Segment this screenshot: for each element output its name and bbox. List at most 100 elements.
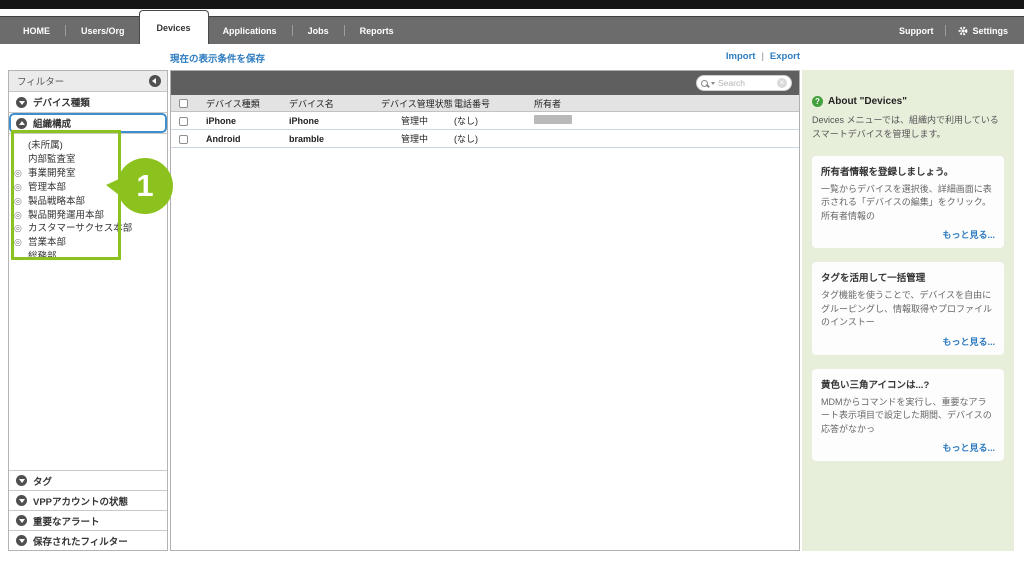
nav-tab-reports[interactable]: Reports [345, 17, 409, 45]
help-card-body: タグ機能を使うことで、デバイスを自由にグルーピングし、情報取得やプロファイルのイ… [821, 289, 995, 330]
filter-sidebar: フィルター デバイス種類 組織構成 (未所属)内部監査室◎事業開発室◎管理本部◎… [8, 70, 168, 551]
org-item-label: 営業本部 [28, 237, 66, 248]
column-header[interactable]: 所有者 [534, 97, 799, 110]
help-card: 黄色い三角アイコンは...? MDMからコマンドを実行し、重要なアラート表示項目で… [812, 369, 1004, 462]
import-link[interactable]: Import [726, 51, 756, 62]
collapse-sidebar-icon[interactable] [149, 75, 161, 87]
divider: | [761, 51, 763, 62]
filter-section[interactable]: VPPアカウントの状態 [9, 490, 167, 510]
org-tree-item[interactable]: ◎ 営業本部 [9, 236, 167, 250]
help-card-title: 黄色い三角アイコンは...? [821, 377, 995, 391]
help-card-body: MDMからコマンドを実行し、重要なアラート表示項目で設定した期間、デバイスの応答… [821, 396, 995, 437]
export-link[interactable]: Export [770, 51, 800, 62]
chevron-down-icon [16, 97, 27, 108]
cell-device-type: Android [206, 134, 289, 144]
column-header[interactable]: デバイス名 [289, 97, 381, 110]
chevron-up-icon [16, 118, 27, 129]
cell-phone: (なし) [454, 114, 534, 127]
org-tree-item[interactable]: ◎ カスタマーサクセス本部 [9, 222, 167, 236]
org-item-label: 総務部 [28, 251, 57, 262]
expand-node-icon[interactable]: ◎ [14, 181, 22, 195]
cell-device-type: iPhone [206, 116, 289, 126]
help-card-more-row: もっと見る... [821, 332, 995, 350]
more-link[interactable]: もっと見る... [942, 337, 995, 347]
help-card-title: タグを活用して一括管理 [821, 270, 995, 284]
table-header-row: デバイス種類デバイス名デバイス管理状態電話番号所有者 [171, 95, 799, 112]
settings-link[interactable]: Settings [958, 26, 1008, 36]
filter-section[interactable]: タグ [9, 470, 167, 490]
chevron-down-icon [16, 475, 27, 486]
expand-node-icon[interactable]: ◎ [14, 167, 22, 181]
gear-icon [958, 26, 968, 36]
expand-node-icon[interactable]: ◎ [14, 222, 22, 236]
filter-section-label: 重要なアラート [33, 514, 100, 528]
help-title-row: ? About "Devices" [812, 96, 1004, 107]
select-all-checkbox[interactable] [179, 99, 188, 108]
filter-section[interactable]: 保存されたフィルター [9, 530, 167, 550]
filter-section[interactable]: 重要なアラート [9, 510, 167, 530]
cell-owner [534, 115, 799, 126]
search-input[interactable]: Search × [696, 75, 792, 91]
window-top-strip [0, 0, 1024, 9]
search-scope-caret-icon[interactable] [711, 82, 715, 85]
org-tree-item[interactable]: (未所属) [9, 139, 167, 153]
filter-section-label: 組織構成 [33, 116, 71, 130]
nav-tab-home[interactable]: HOME [8, 17, 65, 45]
org-tree-item[interactable]: 総務部 [9, 250, 167, 264]
filter-sidebar-header: フィルター [9, 71, 167, 92]
device-row[interactable]: iPhoneiPhone管理中(なし) [171, 112, 799, 130]
org-item-label: (未所属) [28, 140, 63, 151]
cell-phone: (なし) [454, 132, 534, 145]
import-export: Import | Export [726, 51, 800, 62]
table-toolbar: Search × [171, 71, 799, 95]
more-link[interactable]: もっと見る... [942, 443, 995, 453]
save-view-link[interactable]: 現在の表示条件を保存 [170, 51, 265, 65]
filter-section-org[interactable]: 組織構成 [9, 113, 167, 134]
cell-mgmt-status: 管理中 [381, 114, 454, 127]
settings-label: Settings [972, 26, 1008, 36]
org-item-label: 製品戦略本部 [28, 196, 85, 207]
help-card-title: 所有者情報を登録しましょう。 [821, 164, 995, 178]
mdm-devices-page: HOMEUsers/OrgDevicesApplicationsJobsRepo… [0, 0, 1024, 576]
org-item-label: 事業開発室 [28, 168, 76, 179]
help-cards: 所有者情報を登録しましょう。一覧からデバイスを選択後、詳細画面に表示される「デバ… [812, 156, 1004, 462]
help-card-more-row: もっと見る... [821, 225, 995, 243]
org-item-label: 内部監査室 [28, 154, 76, 165]
nav-tab-users-org[interactable]: Users/Org [66, 17, 140, 45]
column-header[interactable]: デバイス種類 [206, 97, 289, 110]
support-link[interactable]: Support [899, 26, 934, 36]
column-header[interactable]: デバイス管理状態 [381, 97, 454, 110]
filter-section-device-type[interactable]: デバイス種類 [9, 92, 167, 113]
nav-tabs: HOMEUsers/OrgDevicesApplicationsJobsRepo… [8, 17, 409, 44]
redacted-owner [534, 115, 572, 124]
org-item-label: カスタマーサクセス本部 [28, 223, 132, 234]
device-table-body: iPhoneiPhone管理中(なし)Androidbramble管理中(なし) [171, 112, 799, 148]
nav-tab-jobs[interactable]: Jobs [293, 17, 344, 45]
more-link[interactable]: もっと見る... [942, 230, 995, 240]
column-header[interactable]: 電話番号 [454, 97, 534, 110]
expand-node-icon[interactable]: ◎ [14, 209, 22, 223]
actions-bar: 現在の表示条件を保存 Import | Export [0, 44, 1024, 70]
device-row[interactable]: Androidbramble管理中(なし) [171, 130, 799, 148]
row-checkbox[interactable] [179, 117, 188, 126]
chevron-down-icon [16, 535, 27, 546]
filter-section-label: 保存されたフィルター [33, 534, 128, 548]
expand-node-icon[interactable]: ◎ [14, 236, 22, 250]
cell-device-name: iPhone [289, 116, 381, 126]
filter-section-label: デバイス種類 [33, 95, 90, 109]
help-intro: Devices メニューでは、組織内で利用しているスマートデバイスを管理します。 [812, 114, 1004, 142]
help-panel: ? About "Devices" Devices メニューでは、組織内で利用し… [802, 70, 1014, 551]
search-icon [701, 80, 708, 87]
chevron-down-icon [16, 515, 27, 526]
expand-node-icon[interactable]: ◎ [14, 195, 22, 209]
search-placeholder: Search [718, 76, 774, 90]
help-card-body: 一覧からデバイスを選択後、詳細画面に表示される「デバイスの編集」をクリック。所有… [821, 183, 995, 224]
cell-device-name: bramble [289, 134, 381, 144]
nav-tab-applications[interactable]: Applications [208, 17, 292, 45]
help-card: 所有者情報を登録しましょう。一覧からデバイスを選択後、詳細画面に表示される「デバ… [812, 156, 1004, 249]
nav-tab-devices[interactable]: Devices [140, 11, 208, 45]
annotation-number: 1 [136, 168, 153, 204]
org-item-label: 製品開発運用本部 [28, 210, 104, 221]
clear-search-icon[interactable]: × [777, 78, 787, 88]
row-checkbox[interactable] [179, 135, 188, 144]
